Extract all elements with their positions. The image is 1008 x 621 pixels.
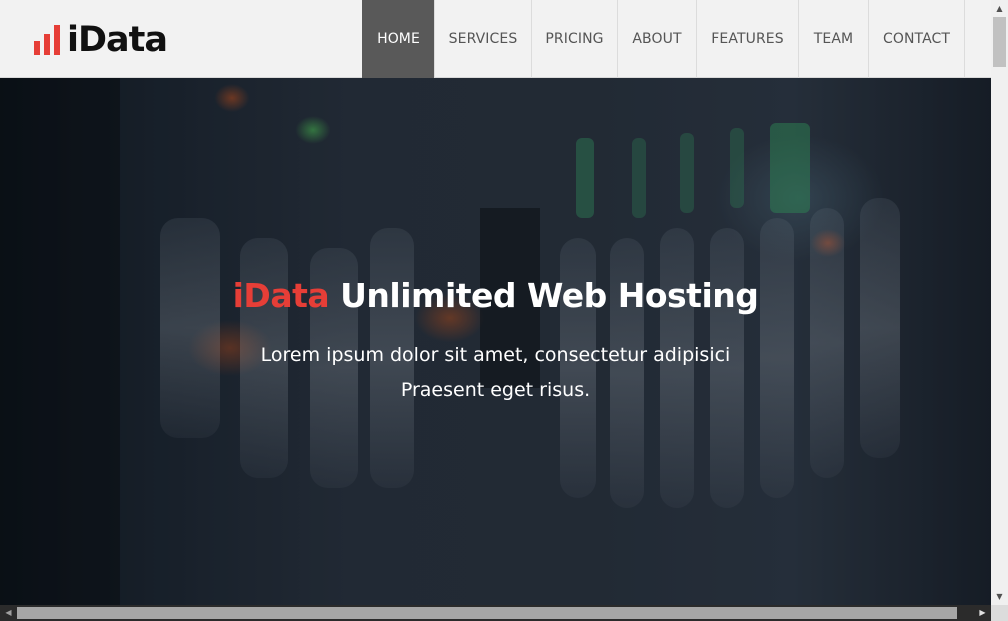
nav-contact[interactable]: CONTACT (868, 0, 965, 78)
nav-home[interactable]: HOME (362, 0, 434, 78)
hero-subtitle-line-2: Praesent eget risus. (400, 379, 591, 401)
hero-subtitle: Lorem ipsum dolor sit amet, consectetur … (0, 338, 991, 408)
scroll-down-arrow-icon[interactable]: ▼ (991, 588, 1008, 605)
hero-subtitle-line-1: Lorem ipsum dolor sit amet, consectetur … (260, 344, 731, 366)
nav-team[interactable]: TEAM (798, 0, 868, 78)
hero-section: iData Unlimited Web Hosting Lorem ipsum … (0, 78, 991, 605)
scroll-left-arrow-icon[interactable]: ◀ (0, 604, 17, 621)
scrollbar-corner (991, 605, 1008, 621)
nav-about[interactable]: ABOUT (617, 0, 696, 78)
main-menu: HOME SERVICES PRICING ABOUT FEATURES TEA… (362, 0, 965, 78)
nav-features[interactable]: FEATURES (696, 0, 798, 78)
hero-title: iData Unlimited Web Hosting (0, 276, 991, 315)
nav-pricing[interactable]: PRICING (531, 0, 617, 78)
bar-chart-icon (34, 25, 60, 55)
brand-name: iData (67, 20, 168, 60)
hero-title-main: Unlimited Web Hosting (340, 276, 759, 315)
horizontal-scroll-thumb[interactable] (17, 607, 957, 619)
brand-logo[interactable]: iData (34, 20, 168, 60)
hero-title-accent: iData (232, 276, 330, 315)
scroll-right-arrow-icon[interactable]: ▶ (974, 604, 991, 621)
nav-services[interactable]: SERVICES (434, 0, 531, 78)
vertical-scrollbar[interactable]: ▲ ▼ (991, 0, 1008, 605)
navbar: iData HOME SERVICES PRICING ABOUT FEATUR… (0, 0, 991, 78)
horizontal-scrollbar[interactable]: ◀ ▶ (0, 605, 991, 621)
vertical-scroll-thumb[interactable] (993, 17, 1006, 67)
scroll-up-arrow-icon[interactable]: ▲ (991, 0, 1008, 17)
